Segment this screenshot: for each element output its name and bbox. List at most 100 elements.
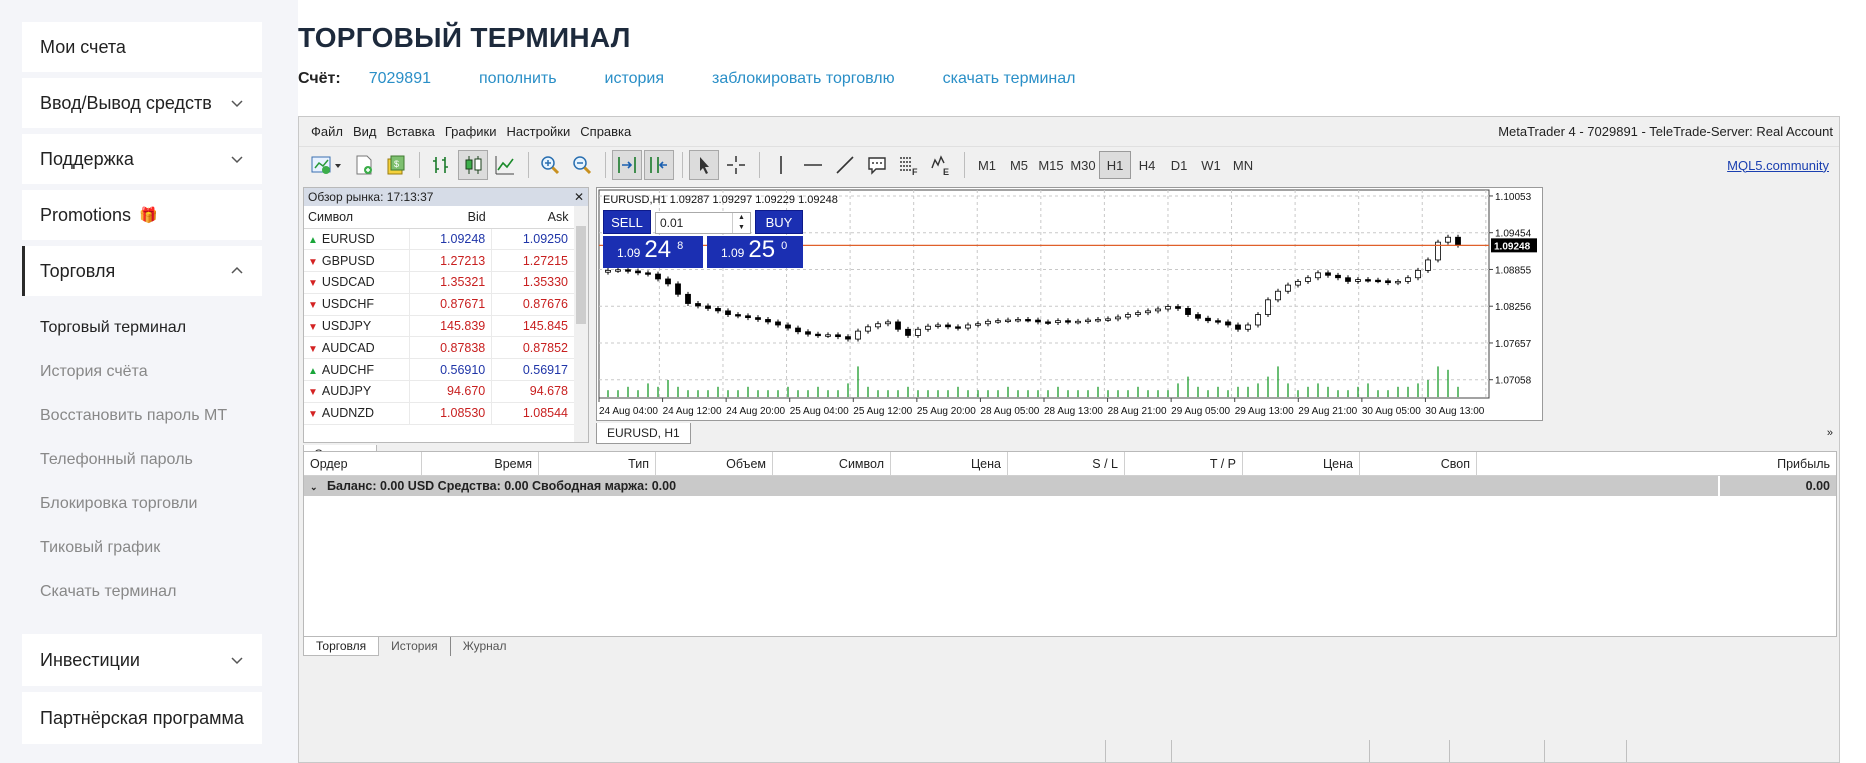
- candle-body: [1365, 279, 1371, 282]
- tab-trade[interactable]: Торговля: [303, 637, 380, 656]
- tab-history[interactable]: История: [379, 637, 451, 656]
- menu-help[interactable]: Справка: [580, 124, 631, 139]
- timeframe-h1[interactable]: H1: [1099, 151, 1131, 179]
- market-watch-scrollbar[interactable]: [574, 206, 588, 442]
- timeframe-mn[interactable]: MN: [1227, 151, 1259, 179]
- market-watch-row[interactable]: ▼ USDCHF 0.87671 0.87676: [304, 293, 575, 316]
- candle-body: [865, 326, 871, 332]
- menu-view[interactable]: Вид: [353, 124, 377, 139]
- account-number-link[interactable]: 7029891: [369, 70, 431, 88]
- line-chart-icon[interactable]: [490, 150, 520, 180]
- new-order-icon[interactable]: [349, 150, 379, 180]
- zoom-in-icon[interactable]: [535, 150, 565, 180]
- elliott-wave-icon[interactable]: E: [926, 150, 956, 180]
- menu-file[interactable]: Файл: [311, 124, 343, 139]
- column-header-swap: Своп: [1360, 452, 1477, 475]
- submenu-block-trading[interactable]: Блокировка торговли: [40, 482, 262, 526]
- market-watch-row[interactable]: ▲ EURUSD 1.09248 1.09250: [304, 228, 575, 251]
- market-watch-row[interactable]: ▼ USDJPY 145.839 145.845: [304, 315, 575, 338]
- candle-body: [1225, 321, 1231, 326]
- download-terminal-link[interactable]: скачать терминал: [943, 70, 1076, 88]
- lot-stepper[interactable]: ▲ ▼: [732, 213, 750, 233]
- account-label: Счёт:: [298, 70, 341, 87]
- cursor-icon[interactable]: [689, 150, 719, 180]
- submenu-phone-password[interactable]: Телефонный пароль: [40, 438, 262, 482]
- close-icon[interactable]: ✕: [574, 188, 584, 206]
- crosshair-icon[interactable]: [721, 150, 751, 180]
- expert-advisors-icon[interactable]: $: [381, 150, 411, 180]
- market-watch-row[interactable]: ▼ AUDNZD 1.08530 1.08544: [304, 402, 575, 425]
- balance-profit: 0.00: [1805, 479, 1830, 493]
- submenu-download-terminal[interactable]: Скачать терминал: [40, 570, 262, 614]
- sidebar-item-accounts[interactable]: Мои счета: [22, 22, 262, 72]
- zoom-out-icon[interactable]: [567, 150, 597, 180]
- timeframe-w1[interactable]: W1: [1195, 151, 1227, 179]
- timeframe-m1[interactable]: M1: [971, 151, 1003, 179]
- price-tick-label: 1.08256: [1495, 302, 1532, 313]
- timeframe-m5[interactable]: M5: [1003, 151, 1035, 179]
- sidebar-item-support[interactable]: Поддержка: [22, 134, 262, 184]
- candle-body: [975, 323, 981, 326]
- horizontal-line-icon[interactable]: [798, 150, 828, 180]
- sell-button[interactable]: SELL: [603, 210, 651, 234]
- market-watch-row[interactable]: ▲ AUDCHF 0.56910 0.56917: [304, 358, 575, 382]
- candle-body: [835, 334, 841, 338]
- sidebar-item-investments[interactable]: Инвестиции: [22, 634, 262, 686]
- arrow-down-icon: ▼: [308, 278, 318, 290]
- trendline-icon[interactable]: [830, 150, 860, 180]
- sell-price-prefix: 1.09: [617, 246, 641, 260]
- chevron-down-icon: [231, 657, 243, 665]
- bar-chart-icon[interactable]: [426, 150, 456, 180]
- sidebar-item-deposit-withdraw[interactable]: Ввод/Вывод средств: [22, 78, 262, 128]
- buy-price[interactable]: 1.09 25 0: [707, 236, 803, 268]
- sell-price[interactable]: 1.09 24 8: [603, 236, 703, 268]
- scrollbar-thumb[interactable]: [576, 226, 586, 324]
- chart-shift-icon[interactable]: [644, 150, 674, 180]
- block-trading-link[interactable]: заблокировать торговлю: [712, 70, 895, 88]
- mql5-community-link[interactable]: MQL5.community: [1727, 158, 1829, 173]
- trade-panel: Ордер Время Тип Объем Символ Цена S / L …: [303, 451, 1837, 637]
- arrow-down-icon: ▼: [308, 409, 318, 421]
- price-chart[interactable]: 1.10053 1.09454 1.08855 1.08256 1.07657 1.070…: [596, 187, 1543, 421]
- menu-insert[interactable]: Вставка: [387, 124, 435, 139]
- candle-body: [915, 328, 921, 336]
- symbol-name: USDCHF: [321, 297, 374, 312]
- submenu-restore-password[interactable]: Восстановить пароль MT: [40, 394, 262, 438]
- timeframe-h4[interactable]: H4: [1131, 151, 1163, 179]
- ask-cell: 1.27215: [491, 249, 575, 273]
- submenu-tick-chart[interactable]: Тиковый график: [40, 526, 262, 570]
- lot-size-input[interactable]: 0.01 ▲ ▼: [655, 212, 751, 234]
- timeframe-m30[interactable]: M30: [1067, 151, 1099, 179]
- market-watch-row[interactable]: ▼ AUDJPY 94.670 94.678: [304, 380, 575, 403]
- menu-charts[interactable]: Графики: [445, 124, 497, 139]
- market-watch-row[interactable]: ▼ GBPUSD 1.27213 1.27215: [304, 249, 575, 273]
- candle-body: [1015, 319, 1021, 322]
- menu-settings[interactable]: Настройки: [507, 124, 571, 139]
- column-header-bid: Bid: [409, 206, 492, 229]
- tab-journal[interactable]: Журнал: [451, 637, 519, 656]
- new-chart-icon[interactable]: [307, 150, 347, 180]
- timeframe-m15[interactable]: M15: [1035, 151, 1067, 179]
- bid-cell: 94.670: [409, 380, 493, 403]
- market-watch-panel: Обзор рынка: 17:13:37 ✕ Символ Bid Ask ▲…: [303, 187, 589, 443]
- vertical-line-icon[interactable]: [766, 150, 796, 180]
- market-watch-row[interactable]: ▼ AUDCAD 0.87838 0.87852: [304, 336, 575, 360]
- auto-scroll-icon[interactable]: [612, 150, 642, 180]
- candlestick-chart-icon[interactable]: [458, 150, 488, 180]
- fibonacci-icon[interactable]: F: [894, 150, 924, 180]
- market-watch-row[interactable]: ▼ USDCAD 1.35321 1.35330: [304, 271, 575, 294]
- bid-cell: 0.87838: [409, 336, 493, 360]
- deposit-link[interactable]: пополнить: [479, 70, 557, 88]
- submenu-account-history[interactable]: История счёта: [40, 350, 262, 394]
- timeframe-d1[interactable]: D1: [1163, 151, 1195, 179]
- tab-eurusd-h1[interactable]: EURUSD, H1: [596, 423, 691, 444]
- sidebar-item-partner-program[interactable]: Партнёрская программа: [22, 692, 262, 744]
- buy-button[interactable]: BUY: [755, 210, 803, 234]
- scroll-right-icon[interactable]: »: [1827, 427, 1833, 439]
- text-label-icon[interactable]: [862, 150, 892, 180]
- sidebar-item-promotions[interactable]: Promotions 🎁: [22, 190, 262, 240]
- sidebar-item-trading[interactable]: Торговля: [22, 246, 262, 296]
- collapse-icon[interactable]: ⌄: [310, 482, 318, 492]
- history-link[interactable]: история: [605, 70, 664, 88]
- submenu-trading-terminal[interactable]: Торговый терминал: [40, 306, 262, 350]
